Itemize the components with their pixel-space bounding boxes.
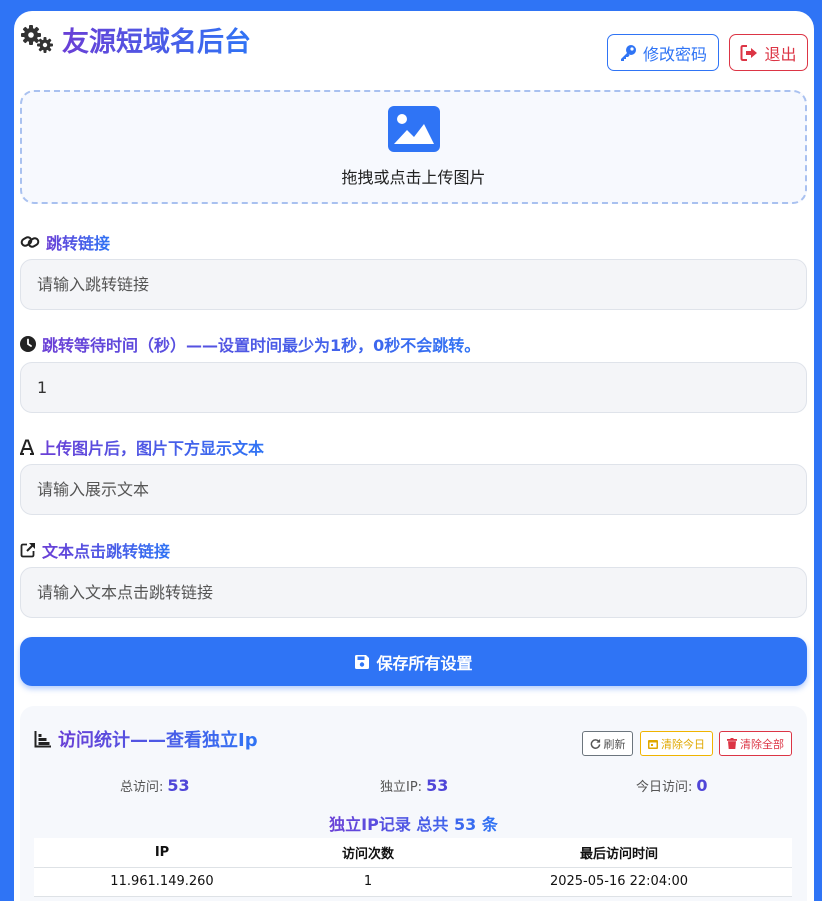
calendar-icon [648,739,658,749]
redirect-link-label: 跳转链接 [20,230,110,254]
visit-counts: 总访问: 53 独立IP: 53 今日访问: 0 [20,776,807,800]
today-visits: 今日访问: 0 [636,776,708,795]
cell-count: 1 [290,867,446,897]
column-header-count: 访问次数 [290,838,446,868]
chart-icon [34,731,51,748]
font-icon [20,439,34,455]
app-title: 友源短域名后台 [62,20,251,59]
logout-button[interactable]: 退出 [729,34,808,71]
change-password-button[interactable]: 修改密码 [607,34,719,71]
save-all-button[interactable]: 保存所有设置 [20,637,807,686]
header: 友源短域名后台 修改密码 退出 [20,20,808,73]
page-title: 友源短域名后台 [20,20,251,59]
save-icon [355,654,370,669]
column-header-time: 最后访问时间 [446,838,792,868]
trash-icon [727,738,737,749]
save-label: 保存所有设置 [376,653,473,673]
wait-time-label: 跳转等待时间（秒）——设置时间最少为1秒，0秒不会跳转。 [20,332,480,356]
cell-time: 2025-05-16 22:04:00 [446,867,792,897]
key-icon [620,44,636,61]
wait-time-input[interactable] [20,362,807,413]
text-link-input[interactable] [20,567,807,618]
table-header-row: IP 访问次数 最后访问时间 [34,838,792,868]
total-visits: 总访问: 53 [120,776,190,795]
unique-ip-count: 独立IP: 53 [380,776,449,795]
text-link-label: 文本点击跳转链接 [20,538,170,562]
logout-label: 退出 [764,46,797,64]
redirect-link-input[interactable] [20,259,807,310]
image-upload-area[interactable]: 拖拽或点击上传图片 [20,90,807,204]
logout-icon [740,44,758,61]
visit-stats-panel: 访问统计——查看独立Ip 刷新 清除今日 清除全部 总访问: 53 独立IP: … [20,706,807,901]
display-text-input[interactable] [20,464,807,515]
ip-records-table: IP 访问次数 最后访问时间 11.961.149.260 1 2025-05-… [34,838,792,897]
stats-title: 访问统计——查看独立Ip [34,726,258,752]
image-icon [387,106,440,152]
change-password-label: 修改密码 [642,46,707,64]
link-icon [20,236,40,248]
clear-today-button[interactable]: 清除今日 [640,731,713,756]
refresh-button[interactable]: 刷新 [582,731,633,756]
admin-card: 友源短域名后台 修改密码 退出 拖拽或点击上传图片 跳转链接 请输入跳转链接 跳… [14,11,814,901]
ip-records-title: 独立IP记录 总共 53 条 [329,815,498,834]
column-header-ip: IP [34,838,290,868]
refresh-icon [590,738,600,749]
clock-icon [20,336,36,352]
external-link-icon [20,543,35,558]
table-row: 11.961.149.260 1 2025-05-16 22:04:00 [34,867,792,897]
gears-icon [20,24,56,54]
upload-label: 拖拽或点击上传图片 [341,168,486,187]
clear-all-button[interactable]: 清除全部 [719,731,792,756]
display-text-label: 上传图片后，图片下方显示文本 [20,435,264,459]
cell-ip: 11.961.149.260 [34,867,290,897]
